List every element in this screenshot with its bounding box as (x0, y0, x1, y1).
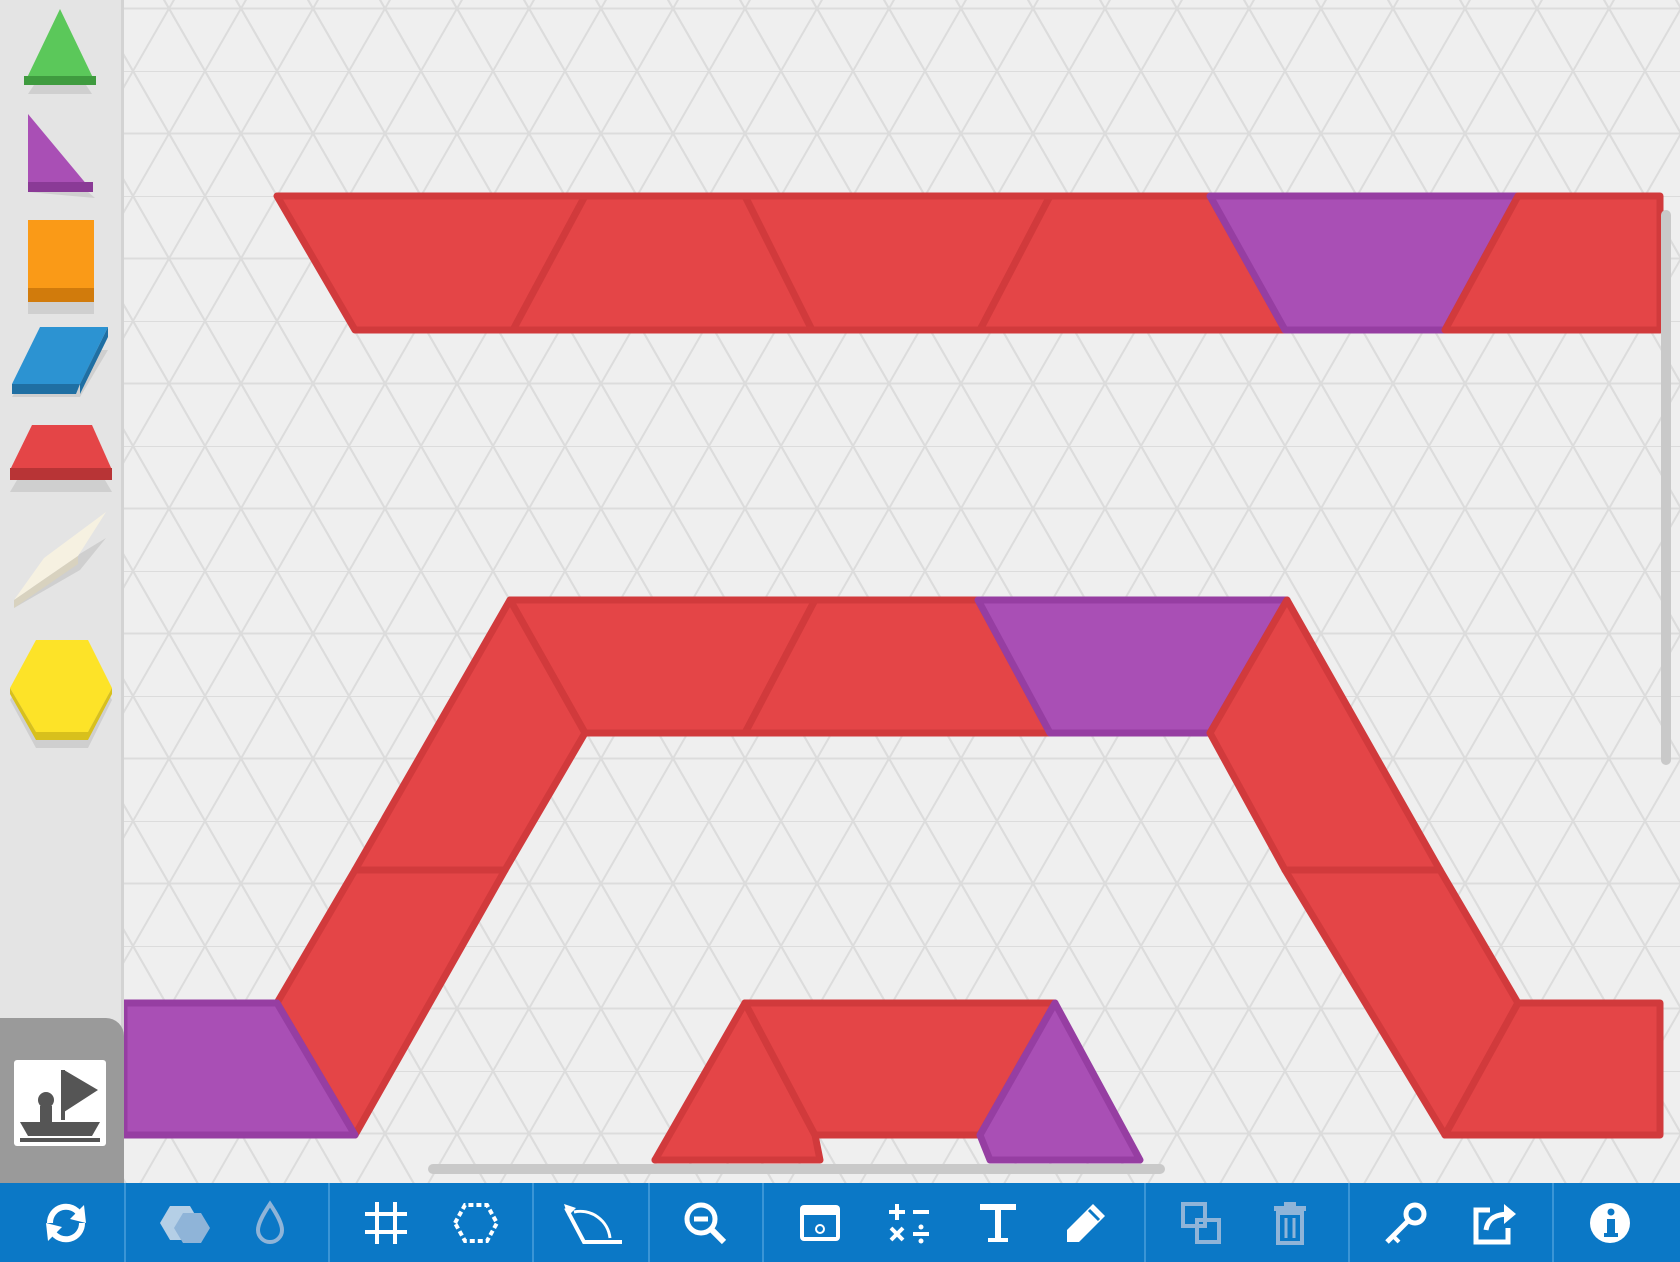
trash-icon (1274, 1201, 1306, 1245)
shapes-button[interactable] (150, 1183, 222, 1262)
palette-triangle[interactable] (0, 4, 124, 104)
zoom-out-icon (684, 1202, 727, 1244)
angle-icon (564, 1203, 622, 1244)
top-band (273, 192, 1664, 334)
outline-hexagon-icon (452, 1202, 500, 1243)
color-drop-icon (255, 1199, 285, 1244)
color-drop-button[interactable] (230, 1183, 310, 1262)
toolbar-divider (648, 1183, 650, 1262)
toolbar-divider (124, 1183, 126, 1262)
key-icon (1385, 1202, 1427, 1244)
share-button[interactable] (1454, 1183, 1534, 1262)
layer-button[interactable] (1162, 1183, 1242, 1262)
shape-palette (0, 0, 124, 1183)
trash-button[interactable] (1250, 1183, 1330, 1262)
angle-button[interactable] (552, 1183, 632, 1262)
info-icon (1590, 1202, 1630, 1243)
outline-hexagon-button[interactable] (436, 1183, 516, 1262)
toolbar-divider (1552, 1183, 1554, 1262)
toolbar-divider (762, 1183, 764, 1262)
zoom-out-button[interactable] (665, 1183, 745, 1262)
palette-tan-rhombus[interactable] (0, 508, 124, 618)
bookmark-panel (0, 1018, 124, 1183)
refresh-icon (46, 1203, 86, 1242)
bottom-shape (651, 999, 1144, 1164)
flag-pin-icon (20, 1070, 100, 1142)
bottom-toolbar (0, 1183, 1680, 1262)
operations-button[interactable] (870, 1183, 950, 1262)
horizontal-scrollbar[interactable] (428, 1164, 1165, 1174)
pencil-button[interactable] (1046, 1183, 1126, 1262)
grid-button[interactable] (346, 1183, 426, 1262)
canvas-workspace[interactable] (124, 0, 1680, 1183)
toolbar-divider (328, 1183, 330, 1262)
palette-blue-rhombus[interactable] (0, 322, 124, 404)
text-icon (980, 1203, 1016, 1242)
refresh-button[interactable] (24, 1183, 108, 1262)
info-button[interactable] (1570, 1183, 1650, 1262)
share-icon (1473, 1203, 1516, 1244)
text-button[interactable] (958, 1183, 1038, 1262)
palette-hexagon[interactable] (0, 628, 124, 758)
bookmark-button[interactable] (14, 1060, 106, 1146)
layer-icon (1181, 1201, 1221, 1244)
palette-trapezoid[interactable] (0, 420, 124, 500)
vertical-scrollbar[interactable] (1661, 210, 1671, 765)
toolbar-divider (532, 1183, 534, 1262)
operations-icon (889, 1203, 929, 1243)
screen-icon (800, 1204, 840, 1241)
toolbar-divider (1144, 1183, 1146, 1262)
key-button[interactable] (1366, 1183, 1446, 1262)
palette-square[interactable] (0, 216, 124, 320)
grid-icon (365, 1201, 407, 1244)
toolbar-divider (1348, 1183, 1350, 1262)
palette-right-triangle[interactable] (0, 110, 124, 210)
pencil-icon (1067, 1203, 1105, 1242)
screen-button[interactable] (780, 1183, 860, 1262)
shapes-icon (160, 1205, 210, 1243)
